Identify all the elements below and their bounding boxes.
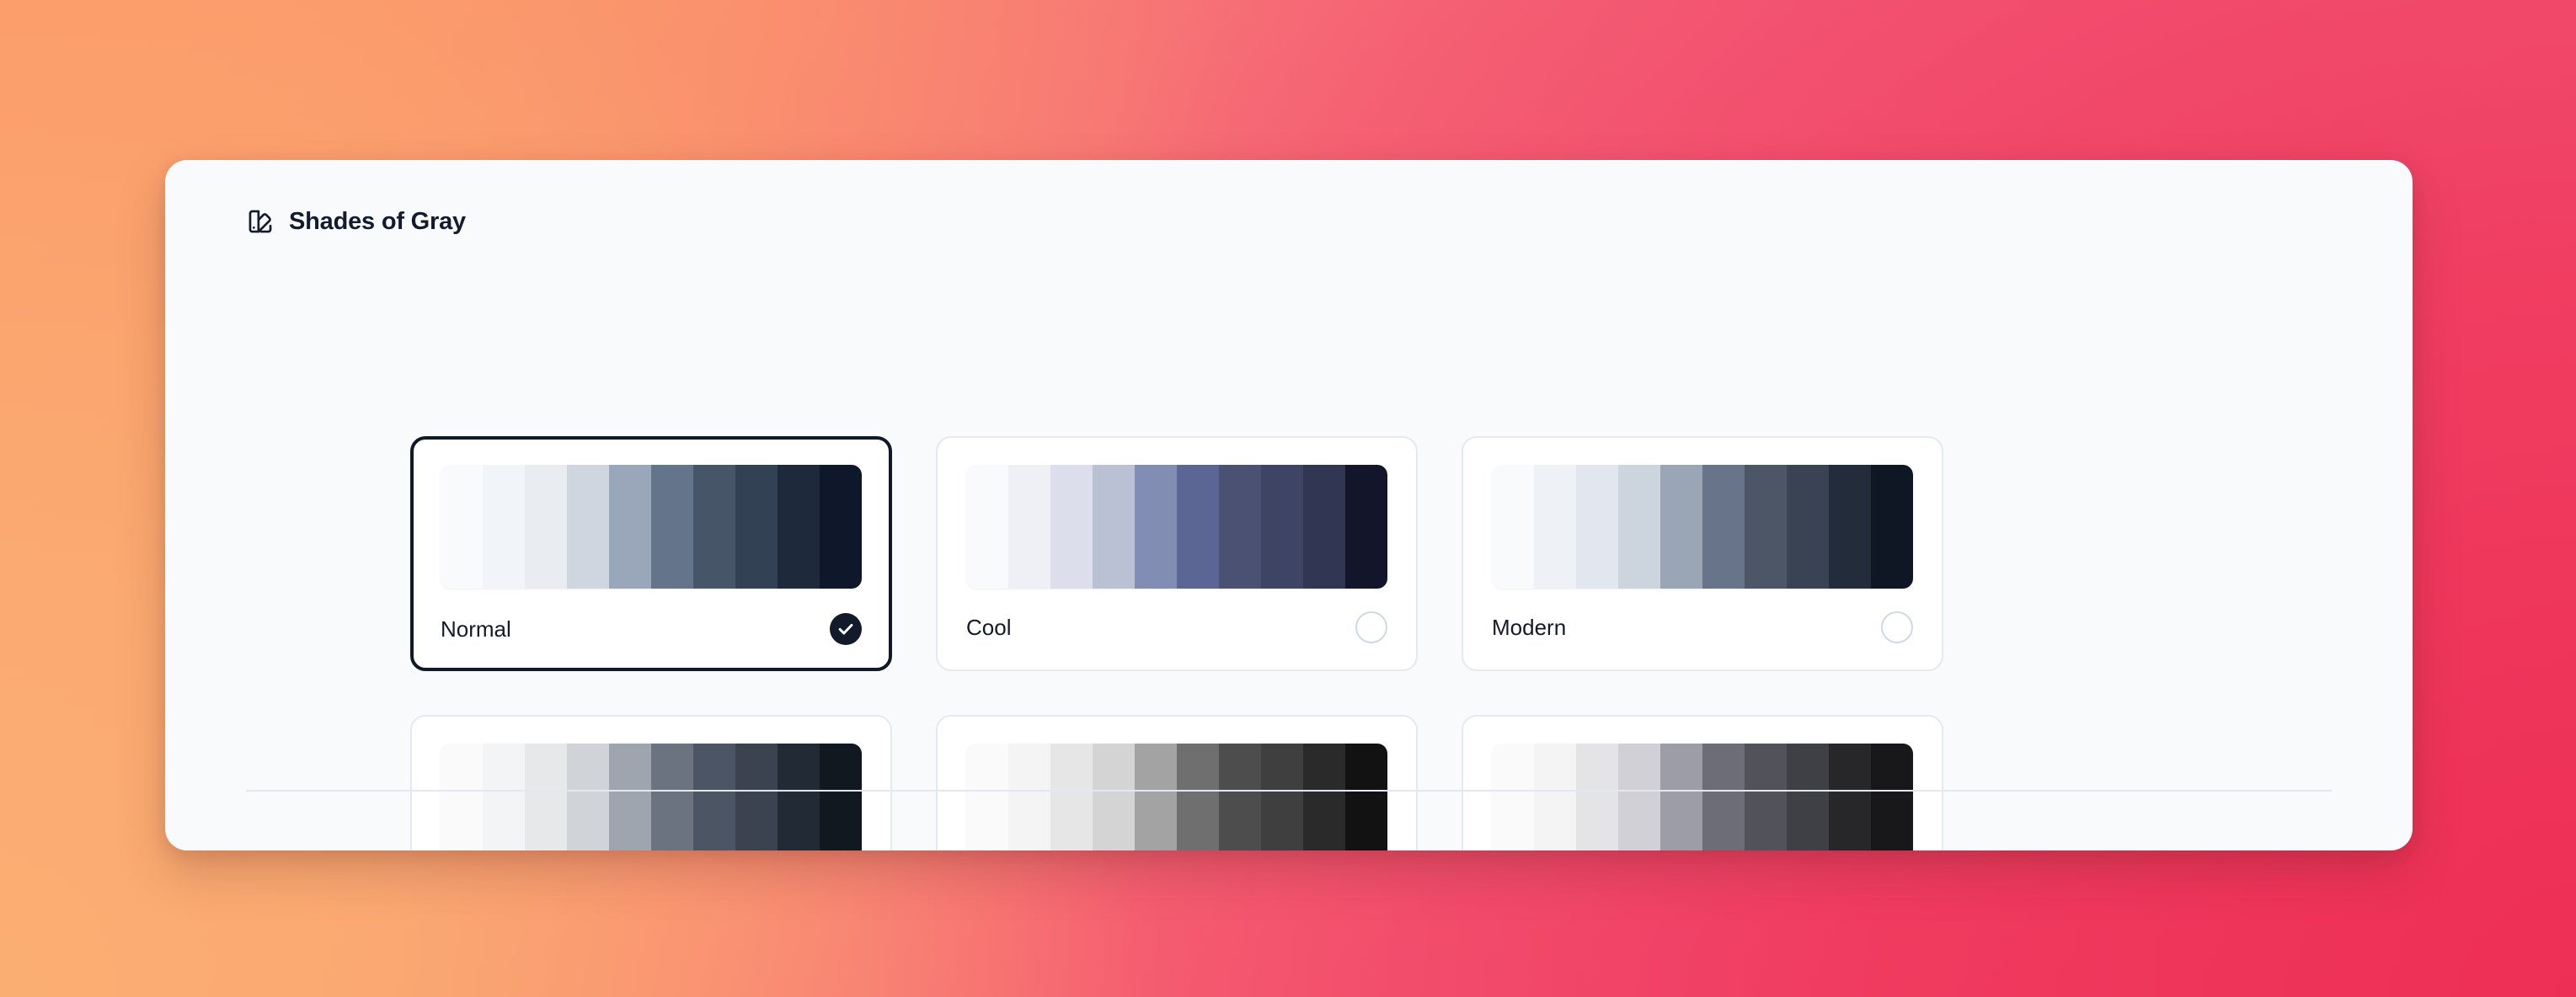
palette-step: [1618, 744, 1660, 850]
palette-step: [693, 744, 735, 850]
palette-step: [1829, 744, 1871, 850]
footer-divider: [246, 790, 2332, 792]
palette-step: [820, 465, 862, 589]
palette-step: [1534, 465, 1576, 589]
palette-step: [567, 465, 609, 589]
palette-step: [651, 465, 693, 589]
palette-step: [693, 465, 735, 589]
palette-step: [1576, 744, 1618, 850]
palette-card[interactable]: Iron: [1462, 715, 1943, 850]
palette-step: [1008, 744, 1050, 850]
palette-step: [1135, 744, 1177, 850]
palette-step: [1261, 744, 1303, 850]
palette-step: [483, 744, 525, 850]
palette-step: [1008, 465, 1050, 589]
palette-step: [778, 465, 820, 589]
palette-card[interactable]: Neutral: [410, 715, 892, 850]
palette-step: [1660, 744, 1702, 850]
palette-step: [1345, 465, 1387, 589]
palette-step: [1050, 744, 1093, 850]
shades-of-gray-panel: Shades of Gray Normal Cool Modern Neutral Tr…: [165, 160, 2413, 850]
palette-step: [441, 465, 483, 589]
palette-step: [483, 465, 525, 589]
palette-step: [1303, 744, 1345, 850]
palette-step: [1871, 744, 1913, 850]
palette-step: [1219, 744, 1261, 850]
palette-ramp: [966, 465, 1387, 589]
palette-step: [1871, 465, 1913, 589]
palette-step: [1177, 465, 1219, 589]
palette-card-footer: Modern: [1492, 608, 1913, 647]
palette-step: [1303, 465, 1345, 589]
palette-step: [651, 744, 693, 850]
page-title: Shades of Gray: [289, 207, 466, 235]
palette-step: [567, 744, 609, 850]
palette-card[interactable]: Modern: [1462, 436, 1943, 671]
palette-step: [1177, 744, 1219, 850]
palette-step: [441, 744, 483, 850]
palette-ramp: [1492, 744, 1913, 850]
palette-card[interactable]: Cool: [936, 436, 1418, 671]
palette-ramp: [441, 744, 862, 850]
palette-step: [1660, 465, 1702, 589]
palette-ramp: [441, 465, 862, 589]
palette-step: [1492, 465, 1534, 589]
palette-step: [1261, 465, 1303, 589]
palette-step: [820, 744, 862, 850]
palette-step: [966, 744, 1008, 850]
palette-step: [1219, 465, 1261, 589]
palette-step: [735, 465, 778, 589]
palette-radio-checked[interactable]: [830, 613, 862, 645]
panel-header: Shades of Gray: [246, 207, 466, 236]
palette-step: [1576, 465, 1618, 589]
palette-step: [1702, 744, 1745, 850]
palette-label: Cool: [966, 615, 1012, 640]
palette-step: [1702, 465, 1745, 589]
palette-step: [1618, 465, 1660, 589]
swatch-book-icon: [246, 207, 275, 236]
check-icon: [838, 623, 853, 635]
palette-step: [609, 744, 651, 850]
palette-card-footer: Normal: [441, 610, 862, 648]
palette-card[interactable]: True: [936, 715, 1418, 850]
palette-radio[interactable]: [1355, 611, 1387, 643]
palette-card[interactable]: Normal: [410, 436, 892, 671]
palette-step: [966, 465, 1008, 589]
palette-step: [735, 744, 778, 850]
palette-step: [1050, 465, 1093, 589]
palette-step: [1534, 744, 1576, 850]
palette-step: [1135, 465, 1177, 589]
palette-ramp: [1492, 465, 1913, 589]
palette-step: [1829, 465, 1871, 589]
palette-step: [525, 744, 567, 850]
palette-step: [525, 465, 567, 589]
palette-step: [1093, 465, 1135, 589]
palette-step: [1787, 465, 1829, 589]
palette-card-footer: Cool: [966, 608, 1387, 647]
palette-label: Modern: [1492, 615, 1567, 640]
palette-step: [778, 744, 820, 850]
palette-step: [1492, 744, 1534, 850]
palette-grid: NormalCoolModernNeutralTrueIronWarm: [410, 436, 2339, 850]
palette-ramp: [966, 744, 1387, 850]
palette-step: [1345, 744, 1387, 850]
palette-radio[interactable]: [1881, 611, 1913, 643]
palette-step: [1745, 744, 1787, 850]
palette-step: [609, 465, 651, 589]
palette-step: [1745, 465, 1787, 589]
palette-label: Normal: [441, 616, 511, 642]
palette-step: [1093, 744, 1135, 850]
palette-step: [1787, 744, 1829, 850]
